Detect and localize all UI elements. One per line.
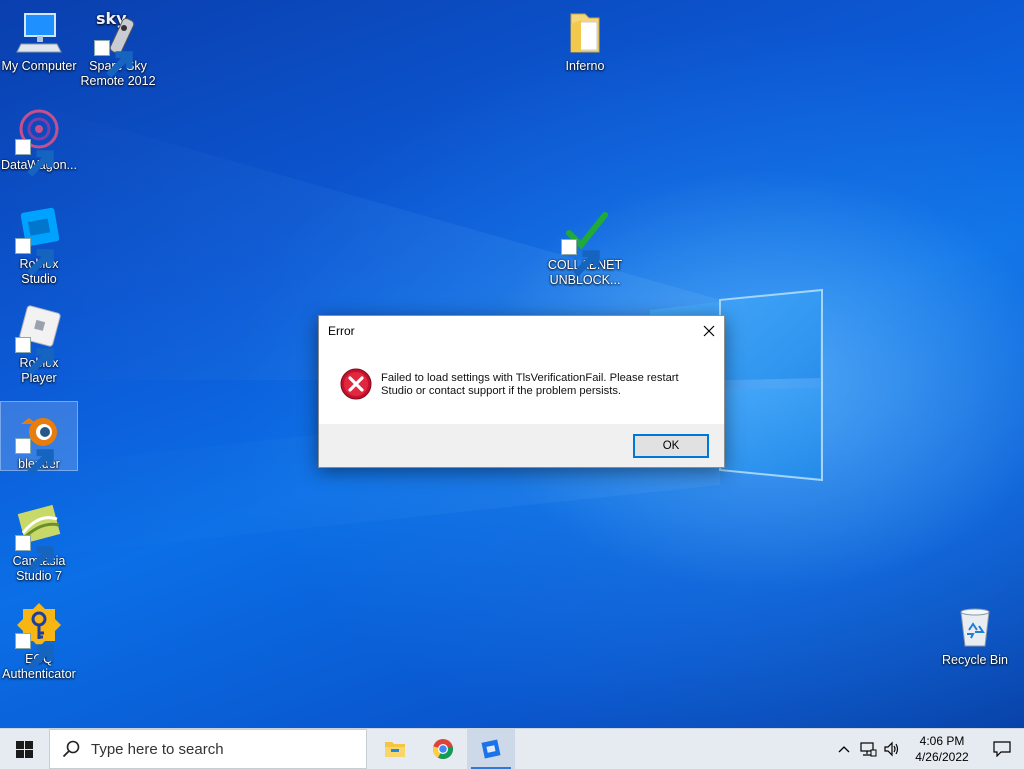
desktop-icon-inferno[interactable]: Inferno [547,8,623,76]
show-hidden-icons-button[interactable] [832,729,856,769]
system-tray: 4:06 PM 4/26/2022 [832,729,1024,769]
shortcut-arrow-icon [15,438,54,476]
search-icon [62,740,80,758]
desktop-icon-my-computer[interactable]: My Computer [1,8,77,76]
chrome-icon [432,739,454,760]
roblox-studio-icon [481,739,501,759]
desktop-icon-blender[interactable]: blender [0,401,78,476]
file-explorer-icon [385,742,405,757]
desktop-icon-datawagon[interactable]: DataWagon... [1,107,77,177]
shortcut-arrow-icon [15,139,54,177]
error-icon [340,368,372,400]
desktop-icon-eoq-authenticator[interactable]: EOQ Authenticator [1,601,77,681]
search-placeholder: Type here to search [91,740,224,758]
dialog-title: Error [328,324,355,338]
error-dialog: Error Failed to load settings with TlsVe… [318,315,725,468]
taskbar-roblox-studio[interactable] [467,729,515,769]
clock-time: 4:06 PM [919,734,965,748]
taskbar-file-explorer[interactable] [371,729,419,769]
shortcut-arrow-icon [15,337,54,375]
desktop-icon-label: Recycle Bin [942,653,1008,667]
network-icon [860,742,877,757]
shortcut-arrow-icon [15,535,54,573]
recycle-bin-icon [960,608,990,647]
taskbar: Type here to search 4:06 PM 4/26/2022 [0,728,1024,769]
desktop-icon-label: Inferno [565,59,605,73]
desktop-icon-recycle-bin[interactable]: Recycle Bin [937,602,1013,670]
desktop-icon-camtasia[interactable]: Camtasia Studio 7 [1,503,77,583]
dialog-body: Failed to load settings with TlsVerifica… [319,348,724,424]
desktop-icon-roblox-player[interactable]: Roblox Player [1,305,77,385]
desktop-icon-spare-sky-remote[interactable]: sky Spare Sky Remote 2012 [80,8,156,90]
network-button[interactable] [856,729,880,769]
search-box[interactable]: Type here to search [49,729,367,769]
shortcut-arrow-icon [94,40,133,78]
computer-icon [16,13,62,53]
dialog-message: Failed to load settings with TlsVerifica… [381,372,679,397]
dialog-footer: OK [319,424,724,467]
taskbar-chrome[interactable] [419,729,467,769]
clock-date: 4/26/2022 [915,750,969,764]
desktop-icon-label: My Computer [1,59,77,73]
desktop-icon-collabnet-unblock[interactable]: COLLABNET UNBLOCK... [547,207,623,287]
close-icon [703,325,715,337]
ok-button[interactable]: OK [633,434,709,458]
shortcut-arrow-icon [15,633,54,671]
notification-center-button[interactable] [980,729,1024,769]
windows-logo-icon [15,740,33,758]
start-button[interactable] [0,729,48,769]
chevron-up-icon [838,746,850,753]
speaker-icon [884,741,899,757]
desktop-icon-roblox-studio[interactable]: Roblox Studio [1,206,77,286]
folder-icon [570,13,600,53]
clock[interactable]: 4:06 PM 4/26/2022 [904,733,980,765]
notification-icon [993,741,1011,757]
shortcut-arrow-icon [561,239,600,277]
volume-button[interactable] [880,729,904,769]
shortcut-arrow-icon [15,238,54,276]
close-button[interactable] [694,316,724,346]
